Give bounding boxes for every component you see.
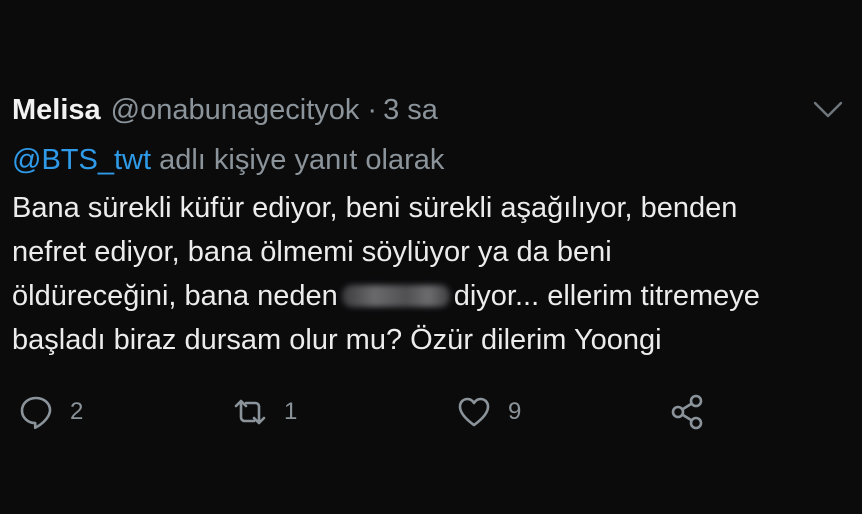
chevron-down-icon[interactable] (812, 100, 844, 120)
share-icon (671, 394, 703, 430)
reply-button[interactable]: 2 (16, 392, 83, 432)
comment-icon (20, 396, 52, 429)
reply-count: 2 (70, 398, 84, 425)
retweet-button[interactable]: 1 (230, 392, 297, 432)
like-count: 9 (508, 398, 522, 425)
heart-icon (458, 397, 490, 427)
separator-dot: · (367, 94, 378, 126)
tweet: Melisa @onabunagecityok · 3 sa @BTS_twt … (12, 92, 852, 362)
redacted-word (341, 285, 450, 307)
tweet-body-line: öldüreceğini, bana neden diyor... ellerim… (12, 274, 852, 318)
display-name[interactable]: Melisa (12, 92, 101, 128)
reply-to-mention[interactable]: @BTS_twt (12, 144, 151, 176)
reply-to-label: adlı kişiye yanıt olarak (159, 144, 445, 176)
retweet-count: 1 (284, 398, 298, 425)
tweet-body-fragment: diyor... ellerim titremeye (453, 280, 760, 312)
user-handle[interactable]: @onabunagecityok (111, 92, 360, 128)
tweet-body-fragment: öldüreceğini, bana neden (12, 280, 338, 312)
tweet-body: Bana sürekli küfür ediyor, beni sürekli … (12, 186, 852, 362)
like-button[interactable]: 9 (454, 392, 521, 432)
tweet-body-line: başladı biraz dursam olur mu? Özür diler… (12, 324, 662, 356)
share-button[interactable] (668, 392, 708, 432)
tweet-header: Melisa @onabunagecityok · 3 sa (12, 92, 852, 128)
reply-context: @BTS_twt adlı kişiye yanıt olarak (12, 142, 852, 178)
tweet-body-line: Bana sürekli küfür ediyor, beni sürekli … (12, 192, 738, 224)
retweet-icon (234, 399, 266, 425)
tweet-body-line: nefret ediyor, bana ölmemi söylüyor ya d… (12, 236, 612, 268)
timestamp[interactable]: 3 sa (383, 92, 438, 128)
tweet-actions: 2 1 9 (16, 392, 736, 432)
